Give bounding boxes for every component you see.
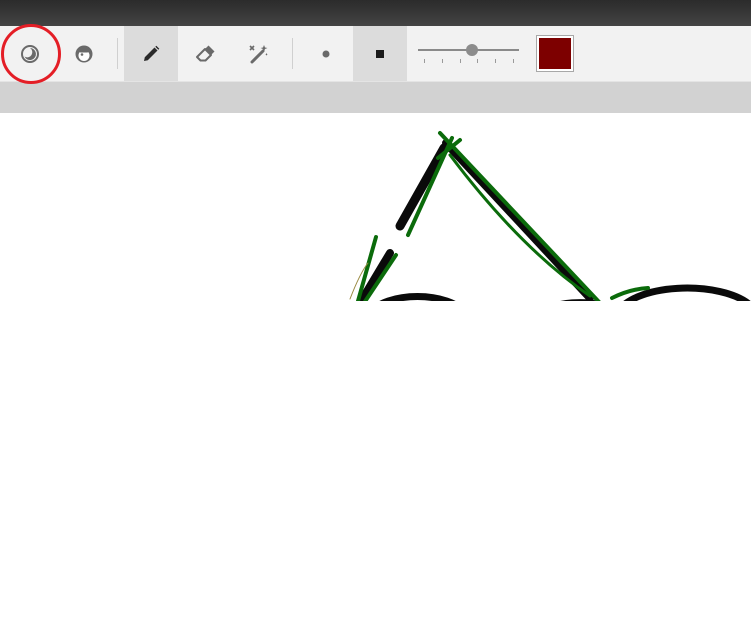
canvas-drawing <box>349 131 751 301</box>
eraser-icon <box>196 45 215 61</box>
slider-knob[interactable] <box>465 44 478 56</box>
drawing-toolbar <box>0 26 751 82</box>
brush-size-slider[interactable] <box>418 38 520 68</box>
black-stroke <box>623 284 751 301</box>
square-icon <box>376 49 384 58</box>
eraser-tool-button[interactable] <box>178 26 232 81</box>
square-brush-button[interactable] <box>353 26 407 81</box>
dot-icon <box>322 50 330 57</box>
magic-wand-tool-button[interactable] <box>232 26 286 81</box>
pencil-icon <box>144 45 160 61</box>
magic-wand-icon <box>249 44 268 63</box>
theme-toggle-button[interactable] <box>3 26 57 81</box>
pencil-tool-button[interactable] <box>124 26 178 81</box>
black-stroke <box>379 292 456 301</box>
black-stroke <box>560 299 599 301</box>
slider-ticks <box>424 59 514 65</box>
status-bar <box>0 82 751 113</box>
black-stroke <box>442 139 594 301</box>
drawing-canvas[interactable] <box>0 113 751 618</box>
face-tool-button[interactable] <box>57 26 111 81</box>
brush-color-swatch[interactable] <box>536 35 574 72</box>
toolbar-separator <box>117 38 118 69</box>
half-moon-circle-icon <box>21 44 39 63</box>
toolbar-separator <box>292 38 293 69</box>
green-stroke <box>438 131 601 301</box>
window-title-bar <box>0 0 751 26</box>
brush-color-fill <box>539 38 571 69</box>
face-icon <box>75 45 93 62</box>
round-brush-button[interactable] <box>299 26 353 81</box>
